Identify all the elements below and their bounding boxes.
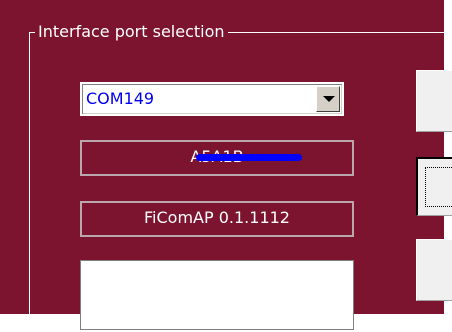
chevron-down-icon[interactable] — [316, 86, 340, 112]
redaction-mark — [196, 154, 302, 161]
port-list-box[interactable] — [80, 260, 354, 330]
port-combo-value: COM149 — [86, 89, 155, 108]
side-button-1[interactable] — [416, 70, 452, 132]
firmware-version-value: FiComAP 0.1.1112 — [144, 208, 290, 227]
side-button-2[interactable] — [416, 157, 452, 216]
side-button-3[interactable] — [416, 239, 452, 301]
port-combo[interactable]: COM149 — [80, 82, 344, 116]
group-title: Interface port selection — [35, 21, 228, 43]
firmware-version-field: FiComAP 0.1.1112 — [80, 201, 354, 237]
